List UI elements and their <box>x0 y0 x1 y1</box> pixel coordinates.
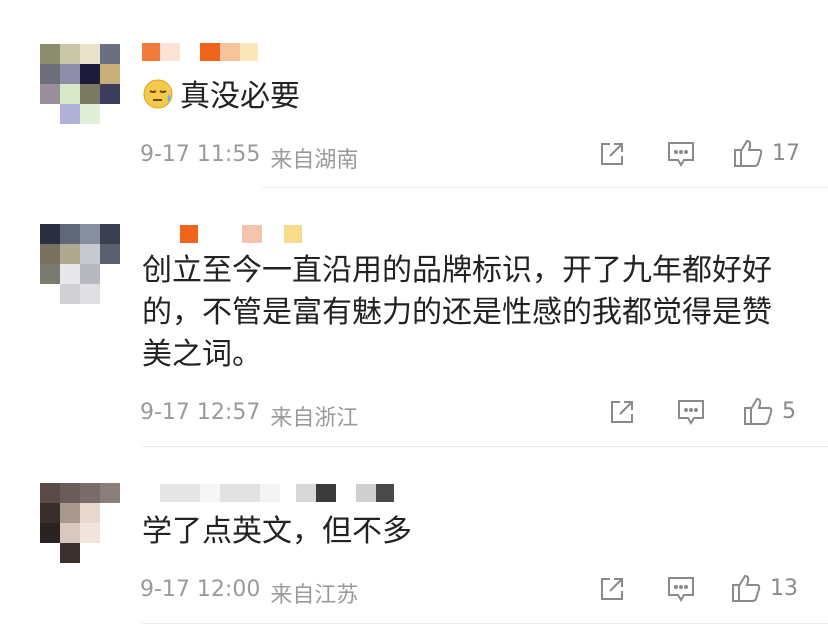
share-icon <box>601 143 623 165</box>
sweat-face-emoji <box>142 77 176 123</box>
comment-text: 创立至今一直沿用的品牌标识，开了九年都好好 的，不管是富有魅力的还是性感的我都觉… <box>142 250 772 376</box>
thumbs-up-icon <box>734 139 763 167</box>
username-redacted[interactable] <box>142 224 302 244</box>
reply-button[interactable] <box>676 398 706 426</box>
comment-item: 真没必要 9-17 11:55 来自湖南 17 <box>0 0 828 190</box>
avatar[interactable] <box>40 483 120 563</box>
comment-text: 真没必要 <box>142 76 300 123</box>
avatar[interactable] <box>40 44 120 124</box>
username-redacted[interactable] <box>142 42 258 62</box>
comment-text-content: 学了点英文，但不多 <box>142 514 412 549</box>
comment-date: 9-17 11:55 <box>140 142 261 167</box>
comment-text-line: 美之词。 <box>142 337 262 372</box>
comment-meta: 9-17 11:55 来自湖南 <box>140 142 358 174</box>
like-count: 5 <box>782 398 796 424</box>
share-button[interactable] <box>598 575 626 603</box>
comment-location: 来自浙江 <box>270 406 359 431</box>
comment-icon <box>668 577 694 602</box>
share-icon <box>601 578 623 600</box>
divider <box>262 187 828 188</box>
share-icon <box>611 401 633 423</box>
reply-button[interactable] <box>666 140 696 168</box>
like-button[interactable]: 5 <box>742 396 796 426</box>
comment-location: 来自湖南 <box>270 148 359 173</box>
share-button[interactable] <box>608 398 636 426</box>
avatar[interactable] <box>40 224 120 304</box>
comment-date: 9-17 12:57 <box>140 400 261 425</box>
comment-item: 创立至今一直沿用的品牌标识，开了九年都好好 的，不管是富有魅力的还是性感的我都觉… <box>0 190 828 445</box>
share-button[interactable] <box>598 140 626 168</box>
comment-meta: 9-17 12:57 来自浙江 <box>140 400 358 432</box>
like-count: 13 <box>770 575 798 601</box>
comment-location: 来自江苏 <box>270 583 359 608</box>
comment-text-line: 创立至今一直沿用的品牌标识，开了九年都好好 <box>142 253 772 288</box>
comment-icon <box>678 400 704 425</box>
thumbs-up-icon <box>744 397 773 425</box>
comment-item: 学了点英文，但不多 9-17 12:00 来自江苏 13 <box>0 447 828 626</box>
comment-text-content: 真没必要 <box>180 79 300 114</box>
comment-meta: 9-17 12:00 来自江苏 <box>140 577 358 609</box>
thumbs-up-icon <box>732 574 761 602</box>
comment-date: 9-17 12:00 <box>140 577 261 602</box>
like-button[interactable]: 17 <box>732 138 800 168</box>
username-redacted[interactable] <box>142 483 394 503</box>
reply-button[interactable] <box>666 575 696 603</box>
comment-icon <box>668 142 694 167</box>
divider <box>142 623 828 624</box>
like-button[interactable]: 13 <box>730 573 798 603</box>
comment-text: 学了点英文，但不多 <box>142 511 412 553</box>
comment-text-line: 的，不管是富有魅力的还是性感的我都觉得是赞 <box>142 295 772 330</box>
like-count: 17 <box>772 140 800 166</box>
